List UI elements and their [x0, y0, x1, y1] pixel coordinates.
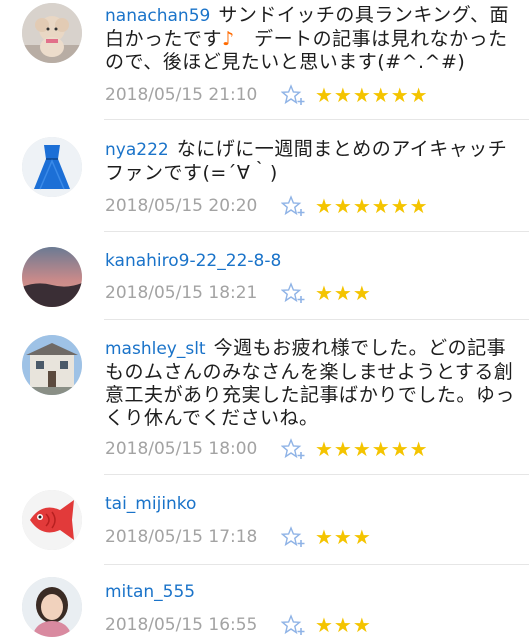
comment-text: nanachan59 サンドイッチの具ランキング、面白かったです♪ デートの記事は…	[105, 4, 515, 74]
username-link[interactable]: mitan_555	[105, 582, 195, 602]
comment-text: kanahiro9-22_22-8-8	[105, 249, 515, 273]
comment-text: mashley_slt 今週もお疲れ様でした。どの記事ものムさんのみなさんを楽しま…	[105, 337, 515, 430]
username-link[interactable]: nya222	[105, 140, 169, 160]
star-plus-icon[interactable]	[281, 282, 307, 304]
comment-item: nya222 なにげに一週間まとめのアイキャッチファンです(=´∀｀) 2018/…	[0, 120, 529, 232]
star-rating: ★★★	[315, 281, 372, 305]
comment-item: nanachan59 サンドイッチの具ランキング、面白かったです♪ デートの記事は…	[0, 0, 529, 120]
star-plus-icon[interactable]	[281, 614, 307, 636]
comment-text: nya222 なにげに一週間まとめのアイキャッチファンです(=´∀｀)	[105, 138, 515, 185]
username-link[interactable]: tai_mijinko	[105, 494, 196, 514]
dress-photo	[22, 137, 82, 197]
dog-photo	[22, 3, 82, 63]
star-plus-icon[interactable]	[281, 84, 307, 106]
person-photo	[22, 577, 82, 637]
comment-text: mitan_555	[105, 580, 515, 604]
avatar[interactable]	[22, 577, 82, 637]
star-plus-icon[interactable]	[281, 438, 307, 460]
comment-text: tai_mijinko	[105, 492, 515, 516]
comment-meta: 2018/05/15 16:55 ★★★	[105, 612, 372, 638]
avatar[interactable]	[22, 137, 82, 197]
comment-item: kanahiro9-22_22-8-8 2018/05/15 18:21 ★★★	[0, 232, 529, 320]
comment-item: mitan_555 2018/05/15 16:55 ★★★	[0, 565, 529, 640]
comment-list: nanachan59 サンドイッチの具ランキング、面白かったです♪ デートの記事は…	[0, 0, 529, 640]
fish-icon-avatar	[22, 490, 82, 550]
star-rating: ★★★	[315, 525, 372, 549]
avatar[interactable]	[22, 490, 82, 550]
star-rating: ★★★★★★	[315, 83, 429, 107]
star-rating: ★★★★★★	[315, 437, 429, 461]
timestamp: 2018/05/15 18:00	[105, 439, 258, 459]
star-rating: ★★★	[315, 613, 372, 637]
avatar[interactable]	[22, 3, 82, 63]
comment-item: tai_mijinko 2018/05/15 17:18 ★★★	[0, 475, 529, 565]
star-rating: ★★★★★★	[315, 194, 429, 218]
timestamp: 2018/05/15 16:55	[105, 615, 258, 635]
timestamp: 2018/05/15 21:10	[105, 85, 258, 105]
star-plus-icon[interactable]	[281, 195, 307, 217]
timestamp: 2018/05/15 20:20	[105, 196, 258, 216]
comment-meta: 2018/05/15 17:18 ★★★	[105, 524, 372, 550]
star-plus-icon[interactable]	[281, 526, 307, 548]
timestamp: 2018/05/15 17:18	[105, 527, 258, 547]
house-photo	[22, 335, 82, 395]
comment-meta: 2018/05/15 18:21 ★★★	[105, 280, 372, 306]
sunset-photo	[22, 247, 82, 307]
timestamp: 2018/05/15 18:21	[105, 283, 258, 303]
username-link[interactable]: nanachan59	[105, 6, 210, 26]
music-note: ♪	[222, 28, 235, 50]
username-link[interactable]: kanahiro9-22_22-8-8	[105, 251, 281, 271]
avatar[interactable]	[22, 247, 82, 307]
comment-meta: 2018/05/15 18:00 ★★★★★★	[105, 436, 429, 462]
comment-meta: 2018/05/15 21:10 ★★★★★★	[105, 82, 429, 108]
comment-item: mashley_slt 今週もお疲れ様でした。どの記事ものムさんのみなさんを楽しま…	[0, 320, 529, 475]
username-link[interactable]: mashley_slt	[105, 339, 206, 359]
comment-meta: 2018/05/15 20:20 ★★★★★★	[105, 193, 429, 219]
avatar[interactable]	[22, 335, 82, 395]
